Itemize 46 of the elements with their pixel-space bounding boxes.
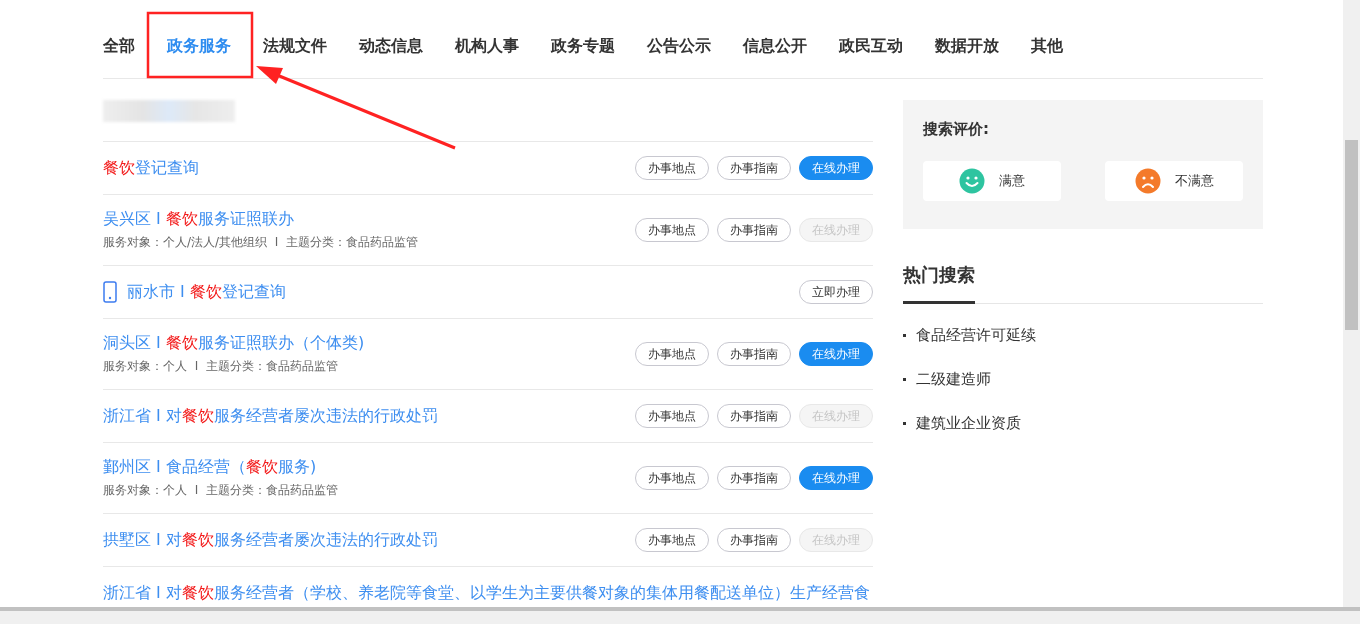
result-meta: 服务对象：个人 I 主题分类：食品药品监管 xyxy=(103,482,338,499)
result-link[interactable]: 餐饮登记查询 xyxy=(103,157,199,179)
nav-tab[interactable]: 数据开放 xyxy=(935,35,999,57)
panel-title: 搜索评价: xyxy=(923,120,990,139)
action-button[interactable]: 立即办理 xyxy=(799,280,873,304)
result-link[interactable]: 拱墅区 I 对餐饮服务经营者屡次违法的行政处罚 xyxy=(103,529,438,551)
action-button[interactable]: 办事指南 xyxy=(717,466,791,490)
action-button[interactable]: 办事指南 xyxy=(717,156,791,180)
rating-button[interactable]: 满意 xyxy=(923,161,1061,201)
result-link[interactable]: 吴兴区 I 餐饮服务证照联办 xyxy=(103,209,294,230)
frown-icon xyxy=(1134,168,1161,194)
vertical-scrollbar[interactable] xyxy=(1343,0,1360,607)
action-button[interactable]: 办事地点 xyxy=(635,466,709,490)
action-button[interactable]: 办事地点 xyxy=(635,342,709,366)
result-link[interactable]: 鄞州区 I 食品经营（餐饮服务) xyxy=(103,457,317,478)
action-button[interactable]: 办事指南 xyxy=(717,342,791,366)
nav-tab[interactable]: 政民互动 xyxy=(839,35,903,57)
action-button[interactable]: 办事地点 xyxy=(635,404,709,428)
section-title: 热门搜索 xyxy=(903,263,975,304)
action-button[interactable]: 办事指南 xyxy=(717,404,791,428)
horizontal-scrollbar[interactable] xyxy=(0,607,1360,624)
smiley-icon xyxy=(959,168,985,194)
nav-tab[interactable]: 信息公开 xyxy=(743,35,807,57)
result-link[interactable]: 浙江省 I 对餐饮服务经营者（学校、养老院等食堂、以学生为主要供餐对象的集体用餐配送单位）生产经营食 xyxy=(103,582,870,604)
action-button[interactable]: 办事指南 xyxy=(717,218,791,242)
hot-search-link[interactable]: 建筑业企业资质 xyxy=(916,413,1021,433)
result-meta: 服务对象：个人/法人/其他组织 I 主题分类：食品药品监管 xyxy=(103,234,418,251)
hot-search-link[interactable]: 食品经营许可延续 xyxy=(916,325,1036,345)
phone-icon xyxy=(103,281,117,303)
nav-tab[interactable]: 机构人事 xyxy=(455,35,519,57)
action-button[interactable]: 办事地点 xyxy=(635,156,709,180)
rating-button[interactable]: 不满意 xyxy=(1105,161,1243,201)
result-link[interactable]: 丽水市 I 餐饮登记查询 xyxy=(127,281,286,303)
action-button[interactable]: 办事地点 xyxy=(635,218,709,242)
hot-search-link[interactable]: 二级建造师 xyxy=(916,369,991,389)
result-meta: 服务对象：个人 I 主题分类：食品药品监管 xyxy=(103,358,339,375)
nav-tab[interactable]: 政务专题 xyxy=(551,35,615,57)
nav-tab[interactable]: 法规文件 xyxy=(263,35,327,57)
action-button[interactable]: 办事指南 xyxy=(717,528,791,552)
nav-tab[interactable]: 全部 xyxy=(103,35,135,57)
result-link[interactable]: 浙江省 I 对餐饮服务经营者屡次违法的行政处罚 xyxy=(103,405,438,427)
action-button[interactable]: 办事地点 xyxy=(635,528,709,552)
nav-tab[interactable]: 公告公示 xyxy=(647,35,711,57)
nav-tab[interactable]: 其他 xyxy=(1031,35,1063,57)
result-link[interactable]: 洞头区 I 餐饮服务证照联办（个体类) xyxy=(103,333,365,354)
nav-tab[interactable]: 动态信息 xyxy=(359,35,423,57)
